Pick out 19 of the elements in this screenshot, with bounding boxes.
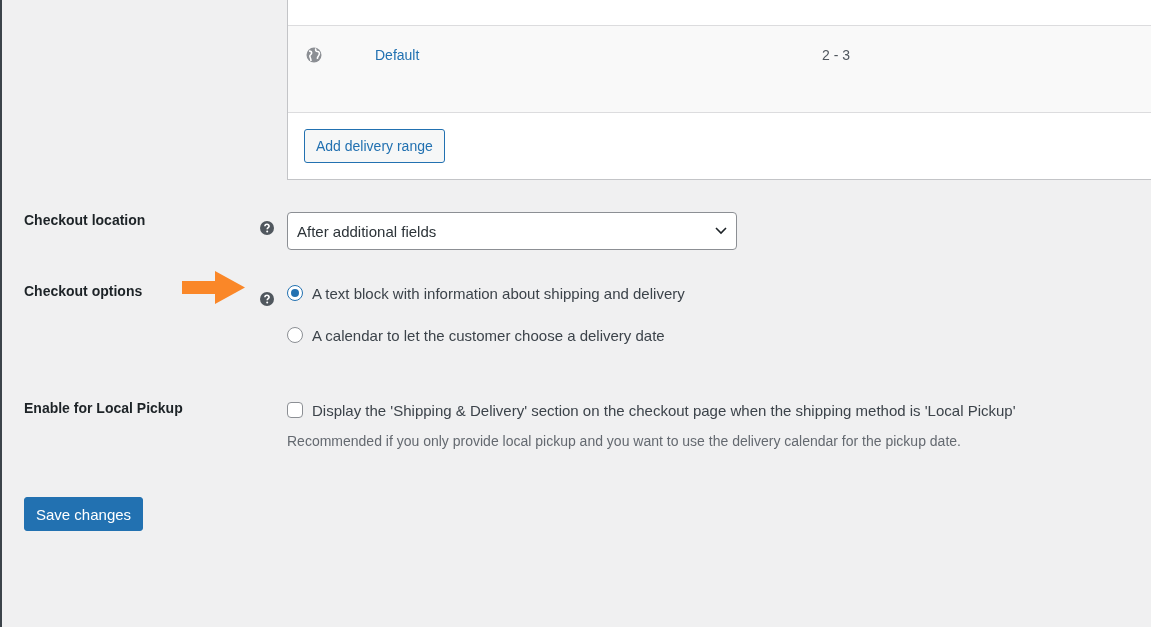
add-range-button[interactable]: Add delivery range [304,129,445,163]
help-icon[interactable] [260,292,274,306]
setting-label: Checkout options [24,283,143,299]
range-name-link[interactable]: Default [375,47,822,63]
field-description: Recommended if you only provide local pickup and you want to use the delivery calendar for the pickup date. [287,433,962,449]
radio-button[interactable] [287,327,303,343]
setting-label: Checkout location [24,212,146,228]
option-label: A text block with information about shipping and delivery [312,284,685,302]
setting-label: Enable for Local Pickup [24,400,183,416]
chevron-down-icon [715,227,727,235]
globe-icon [306,47,322,63]
help-icon[interactable] [260,221,274,235]
option-label: A calendar to let the customer choose a delivery date [312,326,665,344]
location-select[interactable]: After additional fields [287,212,737,250]
checkbox-label: Display the 'Shipping & Delivery' section on the checkout page when the shipping method is 'Local Pickup' [312,401,1016,419]
save-button[interactable]: Save changes [24,497,144,531]
radio-button[interactable] [287,285,303,301]
checkbox[interactable] [287,402,303,418]
days-cell: 2 - 3 [822,47,850,63]
